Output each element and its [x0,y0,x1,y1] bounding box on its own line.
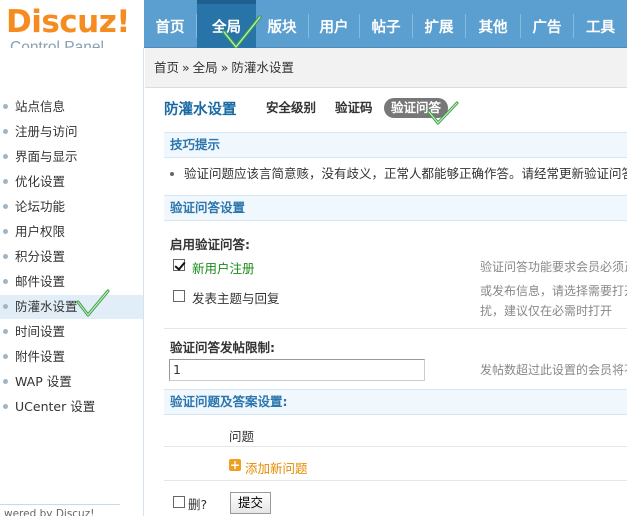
breadcrumb-item-global[interactable]: 全局 [193,60,218,75]
nav-home[interactable]: 首页 [144,0,196,48]
bullet-icon [3,104,8,109]
enable-help-line-3: 扰，建议仅在必需时打开 [480,304,613,318]
page-title: 防灌水设置 [164,102,237,118]
sidebar-item-label: UCenter 设置 [15,399,96,414]
post-limit-help: 发帖数超过此设置的会员将不 [480,363,627,377]
new-user-register-label: 新用户注册 [192,261,255,276]
sidebar-item-label: 站点信息 [15,99,66,114]
breadcrumb-item-home[interactable]: 首页 [154,60,179,75]
sidebar-item-site-info[interactable]: 站点信息 [0,95,143,119]
delete-label: 删? [188,497,208,512]
bullet-icon [3,279,8,284]
bullet-icon [3,404,8,409]
bullet-icon [3,354,8,359]
tips-text-content: 验证问题应该言简意赅，没有歧义，正常人都能够正确作答。请经常更新验证问答的 [184,166,627,181]
submit-button[interactable]: 提交 [230,492,272,514]
breadcrumb-separator: » [182,60,190,75]
sidebar: 站点信息 注册与访问 界面与显示 优化设置 论坛功能 用户权限 积分设置 邮件设… [0,48,144,516]
breadcrumb-separator: » [220,60,229,75]
sidebar-item-time[interactable]: 时间设置 [0,320,143,344]
sidebar-item-forum-features[interactable]: 论坛功能 [0,195,143,219]
tab-captcha[interactable]: 验证码 [335,98,373,118]
bullet-icon [3,179,8,184]
bullet-icon [3,154,8,159]
bullet-icon [3,329,8,334]
sidebar-item-label: 优化设置 [15,174,66,189]
sidebar-item-label: 用户权限 [15,224,66,239]
bullet-icon [170,172,174,176]
sidebar-item-label: 时间设置 [15,324,66,339]
checkmark-icon [76,289,110,317]
nav-users[interactable]: 用户 [309,0,359,48]
sidebar-item-label: 防灌水设置 [15,299,78,314]
page-tabs: 防灌水设置 安全级别 验证码 验证问答 [145,94,627,126]
enable-qa-label: 启用验证问答: [170,237,250,252]
qa-settings-heading: 验证问答设置 [164,195,627,221]
add-question-link[interactable]: 添加新问题 [245,458,308,477]
bullet-icon [3,304,8,309]
column-question-header: 问题 [229,429,255,444]
powered-by-footer: wered by Discuz! 6.1.0 [0,504,120,516]
post-reply-checkbox[interactable] [173,290,185,302]
sidebar-item-label: 附件设置 [15,349,66,364]
qa-list-heading: 验证问题及答案设置: [164,389,627,415]
nav-extensions[interactable]: 扩展 [413,0,465,48]
sidebar-item-ucenter[interactable]: UCenter 设置 [0,395,143,419]
breadcrumb: 首页» 全局» 防灌水设置 [145,48,627,88]
sidebar-item-credits[interactable]: 积分设置 [0,245,143,269]
post-reply-label: 发表主题与回复 [192,291,280,306]
divider [164,480,627,481]
bullet-icon [3,204,8,209]
sidebar-item-registration[interactable]: 注册与访问 [0,120,143,144]
sidebar-item-label: 注册与访问 [15,124,78,139]
sidebar-item-interface[interactable]: 界面与显示 [0,145,143,169]
checkmark-icon [427,101,459,125]
bullet-icon [3,129,8,134]
nav-posts[interactable]: 帖子 [360,0,412,48]
sidebar-item-label: 界面与显示 [15,149,78,164]
sidebar-item-label: WAP 设置 [15,374,72,389]
tips-text: 验证问题应该言简意赅，没有歧义，正常人都能够正确作答。请经常更新验证问答的 [164,161,627,187]
header: Discuz! Control Panel 首页 全局 版块 用户 帖子 扩展 … [0,0,627,56]
add-icon: + [229,458,241,472]
logo-brand: Discuz! [6,4,130,40]
enable-help-line-1: 验证问答功能要求会员必须正 [480,260,627,274]
divider [164,328,627,329]
post-limit-input[interactable]: 1 [169,359,425,381]
bullet-icon [3,379,8,384]
nav-tools[interactable]: 工具 [574,0,627,48]
nav-other[interactable]: 其他 [466,0,520,48]
sidebar-item-label: 论坛功能 [15,199,66,214]
divider [164,446,627,447]
checkmark-icon [222,15,262,49]
sidebar-item-optimization[interactable]: 优化设置 [0,170,143,194]
sidebar-item-label: 邮件设置 [15,274,66,289]
sidebar-item-permissions[interactable]: 用户权限 [0,220,143,244]
tips-heading: 技巧提示 [164,132,627,158]
top-navigation: 首页 全局 版块 用户 帖子 扩展 其他 广告 工具 [144,0,627,48]
sidebar-item-label: 积分设置 [15,249,66,264]
sidebar-item-anti-flood[interactable]: 防灌水设置 [0,295,143,319]
sidebar-item-wap[interactable]: WAP 设置 [0,370,143,394]
post-limit-label: 验证问答发帖限制: [170,340,275,355]
sidebar-item-attachments[interactable]: 附件设置 [0,345,143,369]
delete-checkbox[interactable] [173,496,185,508]
new-user-register-checkbox[interactable] [173,259,185,271]
nav-forums[interactable]: 版块 [256,0,308,48]
tab-security-level[interactable]: 安全级别 [266,98,316,118]
breadcrumb-item-current: 防灌水设置 [231,60,294,75]
bullet-icon [3,229,8,234]
bullet-icon [3,254,8,259]
main-content: 首页» 全局» 防灌水设置 防灌水设置 安全级别 验证码 验证问答 技巧提示 验证问… [145,48,627,516]
sidebar-item-mail[interactable]: 邮件设置 [0,270,143,294]
nav-ads[interactable]: 广告 [521,0,573,48]
